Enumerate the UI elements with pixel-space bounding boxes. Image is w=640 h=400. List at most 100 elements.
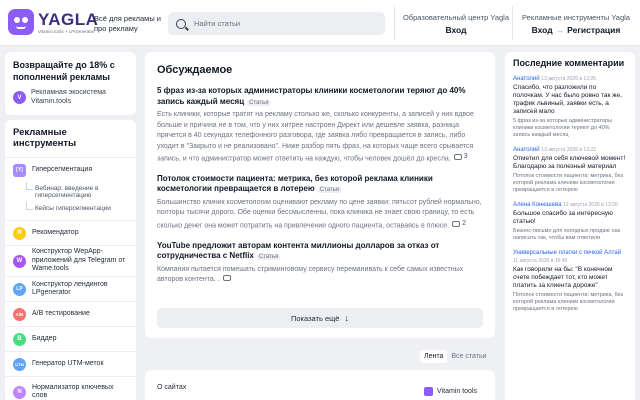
comment-article-link[interactable]: Потолок стоимости пациента: метрика, без… [513, 292, 627, 313]
register-link[interactable]: Регистрация [567, 25, 620, 35]
comment-count[interactable]: 3 [451, 152, 468, 163]
comment-item: Анатолий 13 августа 2026 в 13:22 Отметил… [513, 146, 627, 194]
yagla-logo-icon [8, 9, 34, 35]
comment-count[interactable] [220, 275, 233, 281]
discussed-card: Обсуждаемое 5 фраз из-за которых админис… [145, 52, 495, 338]
wame-icon: W [13, 254, 26, 268]
edu-center-block: Образовательный центр Yagla Вход [401, 13, 511, 35]
section-title: Обсуждаемое [157, 64, 233, 76]
ab-test-icon: A/B [13, 307, 26, 321]
article-excerpt: Большинство клиник косметологии оцениваю… [157, 198, 482, 230]
search-icon [176, 18, 186, 29]
normalizer-icon: N [13, 385, 26, 399]
promo-title: Возвращайте до 18% с пополнений рекламы [13, 60, 115, 82]
tools-login-link[interactable]: Вход [532, 25, 553, 35]
tool-webapp-builder[interactable]: W Конструктор WepApp-приложений для Tele… [5, 245, 136, 276]
article-tag: Статья [247, 99, 271, 106]
comment-item: Универсальные платки с печкой Алтай 11 а… [513, 249, 627, 313]
tab-all-articles[interactable]: Все статьи [447, 350, 490, 363]
header-divider [512, 6, 513, 40]
comment-author[interactable]: Анатолий [513, 76, 540, 82]
comment-date: 12 августа 2026 в 13:20 [563, 202, 618, 208]
sub-link-webinar[interactable]: Вебинар: введение в гиперсегментацию [5, 182, 136, 202]
comment-item: Алена Конюшева 12 августа 2026 в 13:20 Б… [513, 201, 627, 242]
arrow-down-icon: ↓ [344, 313, 349, 323]
promo-link-label: Рекламная экосистема Vitamin.tools [31, 89, 106, 105]
tool-label: A/B тестирование [32, 309, 90, 317]
promo-link-vitamin[interactable]: V Рекламная экосистема Vitamin.tools [13, 89, 128, 106]
article-item: YouTube предложит авторам контента милли… [157, 241, 483, 286]
search-input[interactable] [194, 19, 374, 28]
vitamin-tools-label: Vitamin tools [437, 387, 477, 395]
site-tagline: Всё для рекламы и про рекламу [94, 14, 161, 33]
article-title-link[interactable]: 5 фраз из-за которых администраторы клин… [157, 86, 483, 108]
recommender-icon: R [13, 226, 26, 240]
recent-comments-card: Последние комментарии Анатолий 13 август… [505, 52, 635, 400]
tool-label: Конструктор WepApp-приложений для Telegr… [32, 248, 126, 273]
ad-tools-block: Рекламные инструменты Yagla Вход → Регистр… [516, 13, 636, 35]
feed-tabs: Лента Все статьи [420, 350, 491, 363]
tool-utm-generator[interactable]: UTM Генератор UTM-меток [5, 351, 136, 376]
vitamin-logo-icon: V [13, 91, 26, 104]
comment-date: 13 августа 2026 в 13:26 [541, 76, 596, 82]
hypersegment-icon: [Y] [13, 163, 26, 177]
sites-card: О сайтах Vitamin tools [145, 370, 495, 400]
comment-count[interactable]: 2 [449, 219, 466, 230]
tool-bidder[interactable]: B Биддер [5, 326, 136, 351]
tools-card: Рекламные инструменты [Y] Гиперсегментац… [5, 120, 136, 400]
comment-date: 13 августа 2026 в 13:22 [541, 147, 596, 153]
article-title-link[interactable]: Потолок стоимости пациента: метрика, без… [157, 174, 483, 196]
about-sites-title: О сайтах [157, 384, 187, 391]
article-item: 5 фраз из-за которых администраторы клин… [157, 86, 483, 165]
comment-article-link[interactable]: 5 фраз из-за которых администраторы клин… [513, 118, 627, 139]
tools-title: Рекламные инструменты [13, 127, 77, 149]
comment-author[interactable]: Алена Конюшева [513, 202, 561, 208]
edu-login-link[interactable]: Вход [445, 25, 466, 35]
comment-date: 11 августа 2026 в 16:40 [513, 258, 568, 264]
vitamin-logo-icon [424, 386, 434, 396]
comment-text: Большое спасибо за интересную статью! [513, 210, 613, 225]
left-sidebar: Возвращайте до 18% с пополнений рекламы … [5, 52, 136, 400]
article-excerpt: Есть клиники, которые тратят на рекламу … [157, 111, 474, 163]
utm-icon: UTM [13, 357, 26, 371]
comment-author[interactable]: Универсальные платки с печкой Алтай [513, 250, 621, 256]
comment-text: Отметил для себя ключевой момент! Благод… [513, 155, 626, 170]
arrow-right-icon: → [555, 25, 565, 35]
search-box[interactable] [168, 12, 385, 35]
comment-author[interactable]: Анатолий [513, 147, 540, 153]
site-logo[interactable]: YAGLA Vitamin.tools + LPGenerator [8, 9, 98, 35]
comment-bubble-icon [452, 221, 461, 227]
comment-article-link[interactable]: Потолок стоимости пациента: метрика, без… [513, 173, 627, 194]
tool-keyword-normalizer[interactable]: N Нормализатор ключевых слов [5, 376, 136, 400]
lpgenerator-icon: LP [13, 282, 26, 296]
article-item: Потолок стоимости пациента: метрика, без… [157, 174, 483, 232]
logo-name: YAGLA [38, 9, 99, 29]
comment-item: Анатолий 13 августа 2026 в 13:26 Спасибо… [513, 75, 627, 139]
comment-bubble-icon [453, 154, 462, 161]
show-more-label: Показать ещё [291, 313, 340, 323]
article-tag: Статья [317, 187, 342, 194]
comment-text: Как говорили на бы: "В конечном счете по… [513, 266, 613, 289]
show-more-button[interactable]: Показать ещё ↓ [157, 308, 483, 328]
sub-link-cases[interactable]: Кейсы гиперсегментации [5, 202, 136, 216]
comment-article-link[interactable]: Бизнес-письмо для холодных продаж: как н… [513, 228, 627, 242]
bidder-icon: B [13, 332, 26, 346]
tool-hypersegmentation[interactable]: [Y] Гиперсегментация [5, 157, 136, 182]
tool-label: Гиперсегментация [32, 165, 93, 173]
top-header: YAGLA Vitamin.tools + LPGenerator Всё дл… [0, 0, 640, 46]
vitamin-tools-link[interactable]: Vitamin tools [424, 382, 477, 400]
tool-landing-builder[interactable]: LP Конструктор лендингов LPgenerator [5, 276, 136, 301]
article-excerpt: Компания пытается помешать стриминговому… [157, 265, 464, 284]
tab-feed[interactable]: Лента [420, 350, 448, 363]
promo-card: Возвращайте до 18% с пополнений рекламы … [5, 52, 136, 115]
tool-ab-testing[interactable]: A/B A/B тестирование [5, 301, 136, 326]
tool-label: Нормализатор ключевых слов [32, 383, 114, 400]
tool-label: Генератор UTM-меток [32, 359, 104, 367]
tool-label: Рекомендатор [32, 228, 79, 236]
logo-subtitle: Vitamin.tools + LPGenerator [38, 28, 95, 34]
edu-center-title: Образовательный центр Yagla [402, 13, 510, 22]
article-title-link[interactable]: YouTube предложит авторам контента милли… [157, 241, 483, 263]
tool-label: Конструктор лендингов LPgenerator [32, 280, 108, 297]
tool-recommender[interactable]: R Рекомендатор [5, 220, 136, 245]
article-tag: Статья [256, 254, 281, 260]
